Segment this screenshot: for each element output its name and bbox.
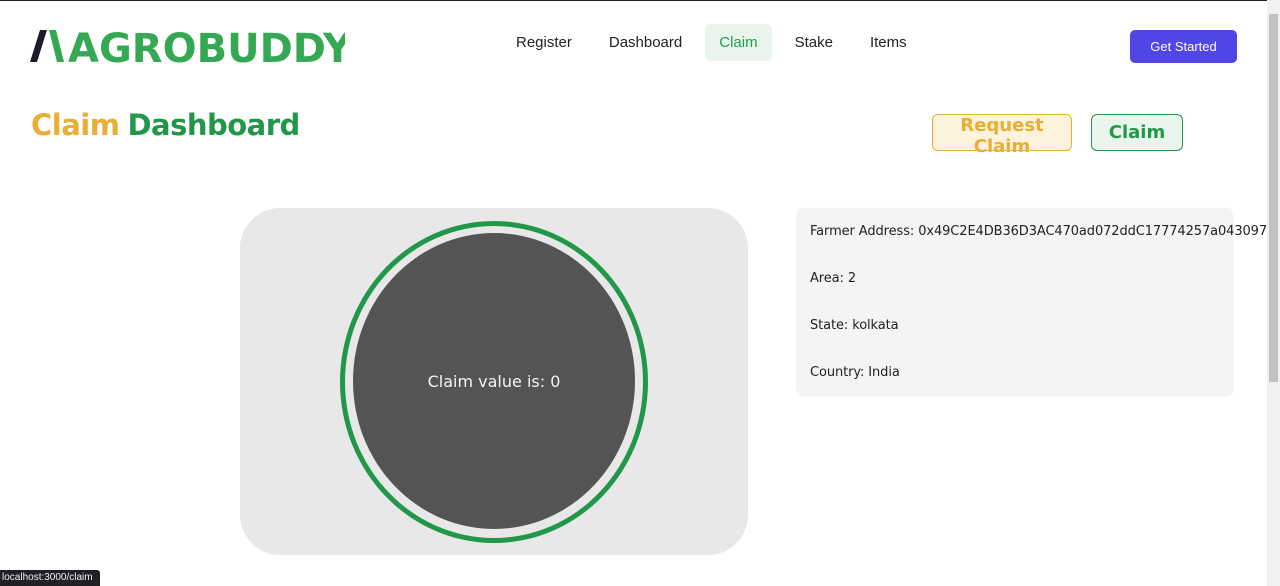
farmer-area: Area: 2 [810, 271, 856, 286]
page-title: Claim Dashboard [31, 108, 300, 142]
nav-claim[interactable]: Claim [705, 24, 772, 61]
farmer-country: Country: India [810, 365, 900, 380]
farmer-info-card: Farmer Address: 0x49C2E4DB36D3AC470ad072… [797, 208, 1268, 395]
agrobuddy-logo[interactable]: AGROBUDDY [30, 28, 345, 68]
claim-disc: Claim value is: 0 [353, 233, 635, 529]
nav-dashboard[interactable]: Dashboard [595, 24, 696, 61]
claim-value-text: Claim value is: 0 [427, 371, 561, 391]
status-bar-url: localhost:3000/claim [0, 570, 100, 586]
main-nav: Register Dashboard Claim Stake Items [502, 24, 930, 61]
nav-items[interactable]: Items [856, 24, 921, 61]
logo-graphic: AGROBUDDY [30, 28, 345, 68]
request-claim-button[interactable]: Request Claim [932, 114, 1072, 157]
get-started-button[interactable]: Get Started [1130, 30, 1237, 63]
page-scrollbar[interactable] [1267, 0, 1280, 586]
page-title-claim: Claim [31, 108, 120, 142]
nav-register[interactable]: Register [502, 24, 586, 61]
page-title-dashboard: Dashboard [127, 108, 300, 142]
window-top-border [0, 0, 1280, 1]
logo-text: AGROBUDDY [68, 28, 345, 68]
claim-button[interactable]: Claim [1091, 114, 1183, 151]
claim-value-card: Claim value is: 0 [240, 208, 748, 555]
scrollbar-thumb[interactable] [1269, 14, 1278, 382]
nav-stake[interactable]: Stake [781, 24, 847, 61]
farmer-address: Farmer Address: 0x49C2E4DB36D3AC470ad072… [810, 224, 1268, 239]
farmer-state: State: kolkata [810, 318, 899, 333]
